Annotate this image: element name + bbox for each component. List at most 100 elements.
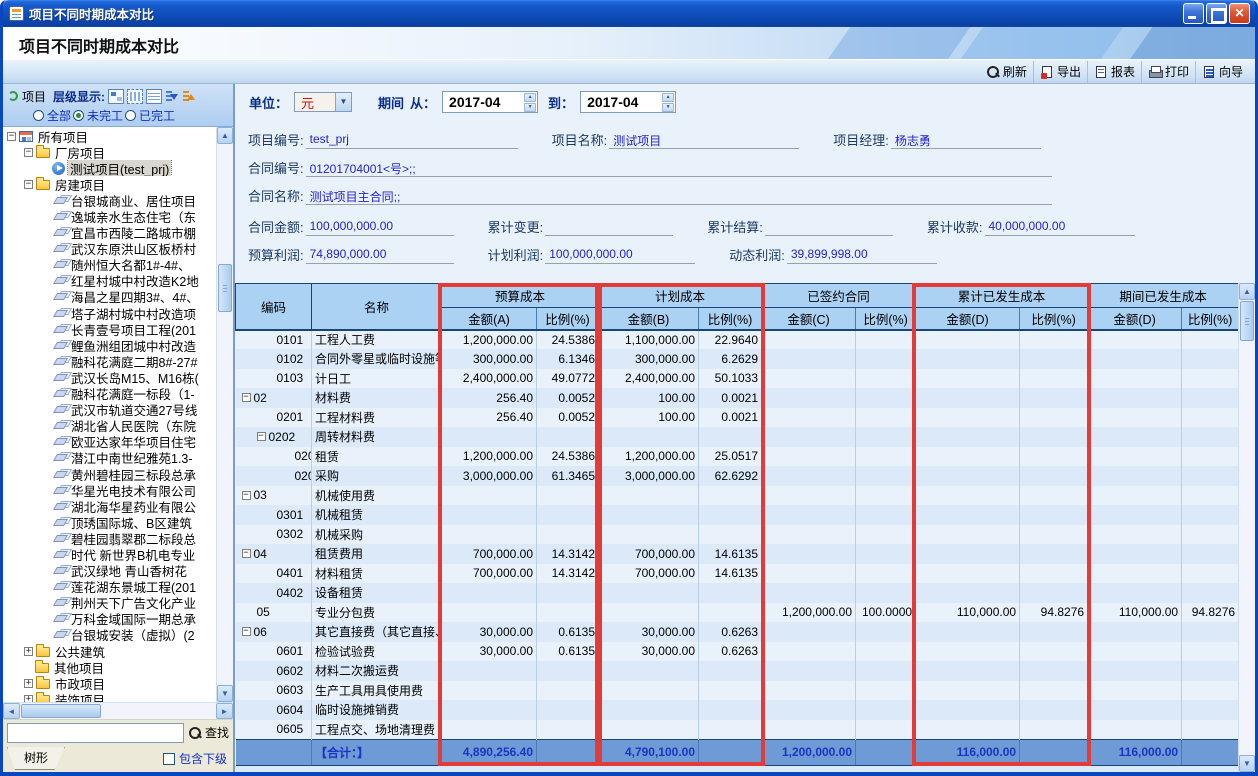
- tree-vertical-scrollbar[interactable]: ▲ ▼: [216, 127, 233, 702]
- table-row[interactable]: −02材料费256.400.0052100.000.0021: [236, 388, 1239, 408]
- tree-node[interactable]: 时代 新世界B机电专业: [3, 546, 216, 562]
- minimize-button[interactable]: [1183, 3, 1204, 24]
- refresh-button[interactable]: 刷新: [980, 61, 1033, 83]
- spin-up-icon[interactable]: ▲: [524, 93, 536, 102]
- tree-node[interactable]: 武汉绿地 青山香树花: [3, 563, 216, 579]
- tree-node[interactable]: 碧桂园翡翠郡二标段总: [3, 530, 216, 546]
- radio-全部[interactable]: 全部: [33, 107, 71, 124]
- radio-未完工[interactable]: 未完工: [73, 107, 123, 124]
- view-org-icon[interactable]: [108, 89, 124, 104]
- col-sub-header[interactable]: 比例(%): [537, 308, 599, 330]
- tree-node[interactable]: 长青壹号项目工程(201: [3, 321, 216, 337]
- export-button[interactable]: 导出: [1033, 61, 1087, 83]
- tree-node[interactable]: 武汉市轨道交通27号线: [3, 402, 216, 418]
- tree-node[interactable]: 海昌之星四期3#、4#、: [3, 289, 216, 305]
- col-sub-header[interactable]: 比例(%): [1020, 308, 1088, 330]
- radio-icon[interactable]: [73, 110, 84, 121]
- sort-asc-icon[interactable]: [182, 89, 196, 104]
- tree-node[interactable]: 随州恒大名都1#-4#、: [3, 257, 216, 273]
- col-group-header[interactable]: 预算成本: [442, 284, 599, 308]
- tree-node[interactable]: −房建项目: [3, 176, 216, 192]
- radio-icon[interactable]: [125, 110, 136, 121]
- scroll-thumb[interactable]: [218, 264, 232, 312]
- wizard-button[interactable]: 向导: [1195, 61, 1249, 83]
- include-sub-checkbox[interactable]: 包含下级: [163, 750, 227, 767]
- tree-node[interactable]: −厂房项目: [3, 144, 216, 160]
- field-value[interactable]: [545, 219, 673, 236]
- col-group-header[interactable]: 累计已发生成本: [916, 284, 1088, 308]
- tree-node[interactable]: 潜江中南世纪雅苑1.3-: [3, 450, 216, 466]
- spin-down-icon[interactable]: ▼: [662, 103, 674, 112]
- table-row[interactable]: −06其它直接费（其它直接、30,000.000.613530,000.000.…: [236, 622, 1239, 642]
- collapse-icon[interactable]: −: [242, 491, 251, 500]
- scroll-thumb[interactable]: [1240, 301, 1254, 341]
- field-value[interactable]: 74,890,000.00: [306, 247, 454, 264]
- unit-select[interactable]: 元 ▼: [294, 92, 352, 112]
- tree-node[interactable]: +装饰项目: [3, 691, 216, 702]
- field-value[interactable]: 39,899,998.00: [787, 247, 937, 264]
- tree-node[interactable]: +市政项目: [3, 675, 216, 691]
- table-row[interactable]: 0201工程材料费256.400.0052100.000.0021: [236, 408, 1239, 428]
- table-row[interactable]: −04租赁费用700,000.0014.3142700,000.0014.613…: [236, 544, 1239, 564]
- col-group-header[interactable]: 计划成本: [599, 284, 762, 308]
- field-value[interactable]: 杨志勇: [891, 132, 1041, 149]
- col-group-header[interactable]: 已签约合同: [762, 284, 916, 308]
- field-value[interactable]: 100,000,000.00: [545, 247, 695, 264]
- tree-node[interactable]: 武汉东原洪山区板桥村: [3, 241, 216, 257]
- refresh-tree-icon[interactable]: [7, 90, 19, 102]
- collapse-icon[interactable]: −: [242, 627, 251, 636]
- spin-up-icon[interactable]: ▲: [662, 93, 674, 102]
- tree-node[interactable]: 台银城安装（虚拟）(2: [3, 627, 216, 643]
- scroll-down-icon[interactable]: ▼: [217, 685, 233, 702]
- expand-icon[interactable]: +: [24, 679, 33, 688]
- tree-node[interactable]: 华星光电技术有限公司: [3, 482, 216, 498]
- tab-tree-view[interactable]: 树形: [7, 747, 65, 770]
- col-group-header[interactable]: 期间已发生成本: [1088, 284, 1239, 308]
- period-to-input[interactable]: 2017-04 ▲▼: [580, 91, 676, 113]
- table-row[interactable]: 05专业分包费1,200,000.00100.0000110,000.0094.…: [236, 603, 1239, 623]
- field-value[interactable]: 测试项目主合同;;: [306, 188, 1052, 205]
- tree-node[interactable]: +公共建筑: [3, 643, 216, 659]
- table-vertical-scrollbar[interactable]: ▲ ▼: [1238, 283, 1255, 772]
- field-value[interactable]: 测试项目: [609, 132, 799, 149]
- field-value[interactable]: 01201704001<号>;;: [306, 160, 1052, 177]
- view-dashed-icon[interactable]: [127, 89, 143, 104]
- tree-node[interactable]: 宜昌市西陵二路城市棚: [3, 225, 216, 241]
- tree-node[interactable]: 荆州天下广告文化产业: [3, 595, 216, 611]
- collapse-icon[interactable]: −: [24, 148, 33, 157]
- field-value[interactable]: [765, 219, 893, 236]
- col-sub-header[interactable]: 金额(B): [599, 308, 699, 330]
- tree-horizontal-scrollbar[interactable]: ◄ ►: [3, 702, 233, 719]
- col-header-name[interactable]: 名称: [312, 284, 442, 330]
- radio-已完工[interactable]: 已完工: [125, 107, 175, 124]
- sort-desc-icon[interactable]: [165, 89, 179, 104]
- tree-node[interactable]: 逸城亲水生态住宅（东: [3, 208, 216, 224]
- table-row[interactable]: 0301机械租赁: [236, 505, 1239, 525]
- tree-node[interactable]: 万科金域国际一期总承: [3, 611, 216, 627]
- table-row[interactable]: 0605工程点交、场地清理费: [236, 720, 1239, 740]
- tree-node[interactable]: 塔子湖村城中村改造项: [3, 305, 216, 321]
- field-value[interactable]: 100,000,000.00: [306, 219, 454, 236]
- scroll-down-icon[interactable]: ▼: [1239, 755, 1255, 772]
- collapse-icon[interactable]: −: [24, 180, 33, 189]
- table-row[interactable]: 0402设备租赁: [236, 583, 1239, 603]
- scroll-thumb[interactable]: [21, 704, 101, 718]
- scroll-up-icon[interactable]: ▲: [217, 127, 233, 144]
- tree-node[interactable]: 顶琇国际城、B区建筑: [3, 514, 216, 530]
- find-button[interactable]: 查找: [188, 724, 229, 741]
- expand-icon[interactable]: +: [24, 695, 33, 702]
- collapse-icon[interactable]: −: [257, 432, 266, 441]
- table-row[interactable]: −03机械使用费: [236, 486, 1239, 506]
- report-button[interactable]: 报表: [1087, 61, 1141, 83]
- scroll-right-icon[interactable]: ►: [216, 703, 233, 719]
- tree-node[interactable]: −所有项目: [3, 128, 216, 144]
- maximize-button[interactable]: [1206, 3, 1227, 24]
- table-row[interactable]: 0103计日工2,400,000.0049.07722,400,000.0050…: [236, 369, 1239, 389]
- tree-node[interactable]: 湖北海华星药业有限公: [3, 498, 216, 514]
- table-row[interactable]: 0602材料二次搬运费: [236, 661, 1239, 681]
- view-grid-icon[interactable]: [146, 89, 162, 104]
- table-row[interactable]: 0601检验试验费30,000.000.613530,000.000.6263: [236, 642, 1239, 662]
- tree-search-input[interactable]: [7, 723, 184, 743]
- tree-node[interactable]: 鲤鱼洲组团城中村改造: [3, 337, 216, 353]
- table-row[interactable]: 0302机械采购: [236, 525, 1239, 545]
